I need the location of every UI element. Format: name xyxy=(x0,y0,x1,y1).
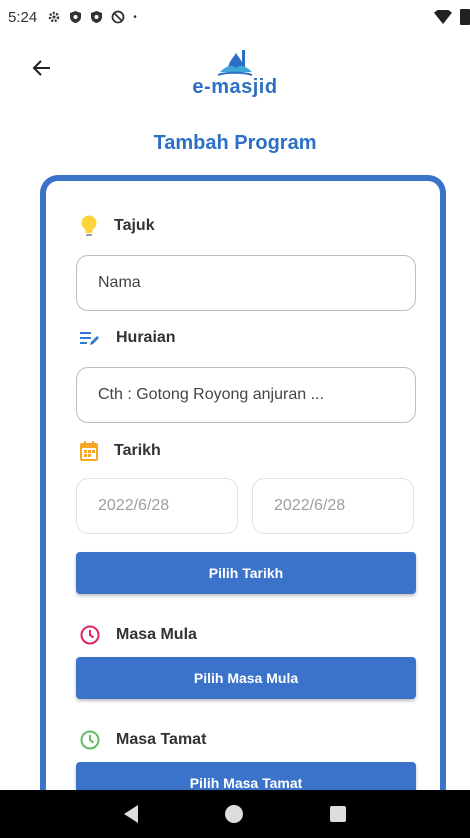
huraian-label: Huraian xyxy=(116,329,176,346)
navigation-bar xyxy=(0,790,470,838)
dot-icon: • xyxy=(133,11,137,23)
settings-icon xyxy=(48,11,60,23)
masa-tamat-label-row: Masa Tamat xyxy=(80,730,206,750)
tajuk-label-row: Tajuk xyxy=(80,215,155,237)
status-right xyxy=(434,9,470,25)
battery-icon xyxy=(460,9,470,25)
start-date-field[interactable]: 2022/6/28 xyxy=(76,478,238,534)
shield-icon xyxy=(70,11,82,23)
form-card: Tajuk Nama Huraian Cth : Gotong Royong a… xyxy=(40,175,446,815)
pilih-masa-mula-button[interactable]: Pilih Masa Mula xyxy=(76,657,416,699)
status-icons: • xyxy=(47,10,137,24)
logo-text: e-masjid xyxy=(192,76,278,98)
nav-home-icon[interactable] xyxy=(224,805,243,823)
pilih-tarikh-button[interactable]: Pilih Tarikh xyxy=(76,552,416,594)
status-time: 5:24 xyxy=(8,8,38,26)
edit-note-icon xyxy=(80,332,99,345)
masa-mula-label-row: Masa Mula xyxy=(80,625,197,645)
header: e-masjid Tambah Program xyxy=(0,34,470,156)
masa-mula-label: Masa Mula xyxy=(116,626,197,643)
logo: e-masjid xyxy=(0,48,470,99)
status-bar: 5:24 • xyxy=(0,0,470,34)
tajuk-label: Tajuk xyxy=(114,217,155,234)
clock-icon-end xyxy=(80,730,100,750)
masa-tamat-label: Masa Tamat xyxy=(116,731,207,748)
nav-back-icon[interactable] xyxy=(123,805,138,823)
tarikh-label: Tarikh xyxy=(114,442,161,459)
page-title: Tambah Program xyxy=(153,132,317,154)
nav-recents-icon[interactable] xyxy=(330,806,347,822)
mosque-logo-icon xyxy=(217,50,253,76)
huraian-label-row: Huraian xyxy=(80,329,176,347)
end-date-field[interactable]: 2022/6/28 xyxy=(252,478,414,534)
do-not-disturb-icon xyxy=(111,10,125,24)
lightbulb-icon xyxy=(81,215,97,236)
huraian-input[interactable]: Cth : Gotong Royong anjuran ... xyxy=(76,367,416,423)
tajuk-input[interactable]: Nama xyxy=(76,255,416,311)
shield-icon-2 xyxy=(91,11,103,23)
tarikh-label-row: Tarikh xyxy=(80,441,161,461)
clock-icon xyxy=(80,625,100,645)
calendar-icon xyxy=(80,441,98,461)
wifi-icon xyxy=(434,10,452,24)
